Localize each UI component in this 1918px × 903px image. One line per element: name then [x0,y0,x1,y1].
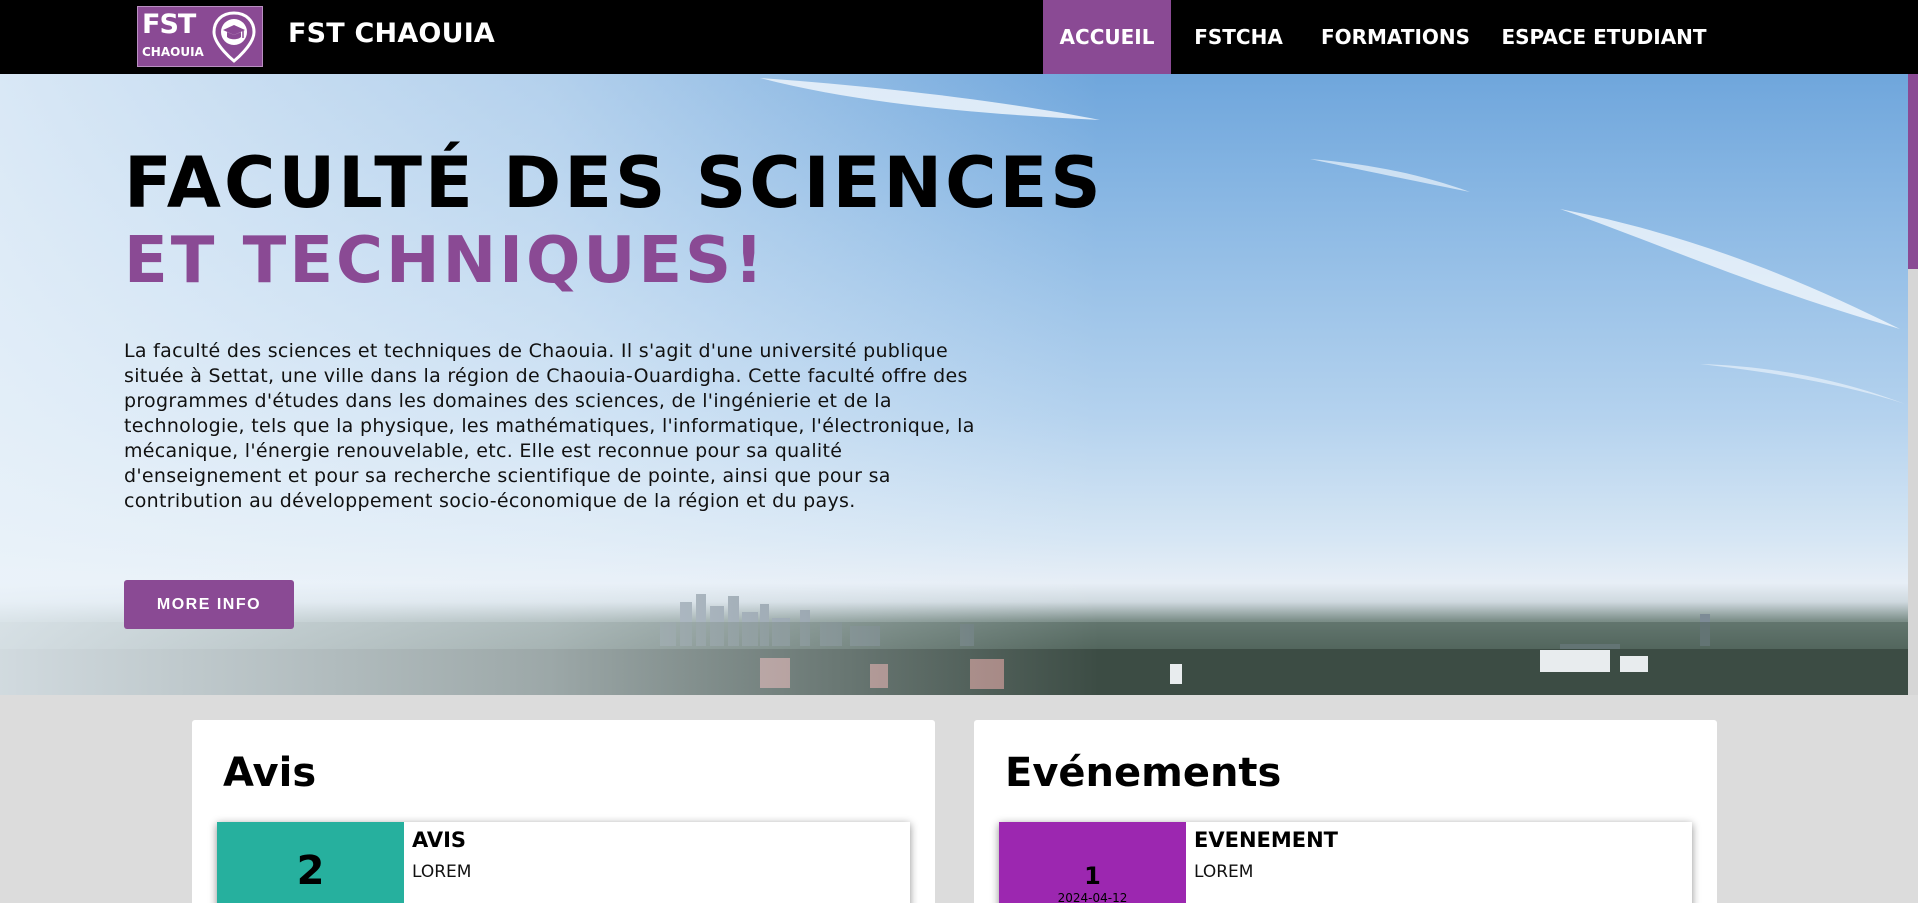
evenement-date: 2024-04-12 [1057,891,1128,903]
nav-espace-etudiant[interactable]: ESPACE ETUDIANT [1498,0,1710,74]
avis-card: Avis 2 AVIS LOREM [192,720,935,903]
hero-title-line2: ET TECHNIQUES! [124,224,767,298]
avis-item-heading: AVIS [412,828,467,852]
evenement-number: 1 [1084,862,1101,890]
nav-fstcha[interactable]: FSTCHA [1181,0,1296,74]
more-info-button[interactable]: MORE INFO [124,580,294,629]
site-logo[interactable]: FST CHAOUIA [137,6,263,67]
navbar: FST CHAOUIA FST CHAOUIA ACCUEIL FSTCHA F… [0,0,1918,74]
scrollbar-thumb[interactable] [1908,74,1918,269]
evenement-item[interactable]: 1 2024-04-12 EVENEMENT LOREM [999,822,1692,903]
brand-name[interactable]: FST CHAOUIA [288,18,495,49]
evenements-title: Evénements [1005,750,1282,796]
avis-number: 2 [217,822,404,903]
logo-chaouia-text: CHAOUIA [142,45,204,59]
avis-title: Avis [223,750,317,796]
evenement-item-heading: EVENEMENT [1194,828,1339,852]
graduation-cap-pin-icon [212,11,256,63]
avis-item[interactable]: 2 AVIS LOREM [217,822,910,903]
logo-fst-text: FST [142,9,196,40]
evenements-card: Evénements 1 2024-04-12 EVENEMENT LOREM [974,720,1717,903]
avis-item-text: LOREM [412,862,472,882]
nav-accueil[interactable]: ACCUEIL [1043,0,1171,74]
hero-title-line1: FACULTÉ DES SCIENCES [124,142,1104,224]
evenement-item-text: LOREM [1194,862,1254,882]
evenement-date-block: 1 2024-04-12 [999,822,1186,903]
nav-formations[interactable]: FORMATIONS [1313,0,1478,74]
hero-description: La faculté des sciences et techniques de… [124,340,975,512]
